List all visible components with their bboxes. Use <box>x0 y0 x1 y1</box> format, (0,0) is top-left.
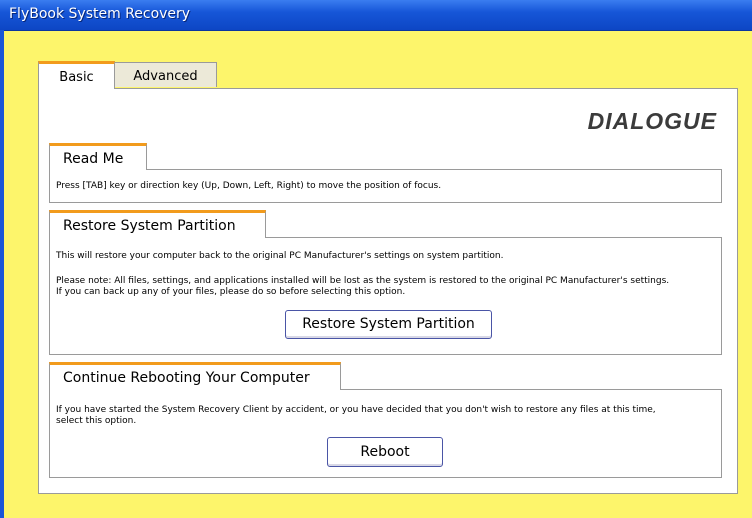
reboot-section-title: Continue Rebooting Your Computer <box>49 362 341 390</box>
readme-section: Press [TAB] key or direction key (Up, Do… <box>49 169 722 203</box>
dialogue-logo: DIALOGUE <box>587 108 717 134</box>
restore-system-partition-button[interactable]: Restore System Partition <box>285 310 492 339</box>
basic-tab-panel: DIALOGUE Read Me Press [TAB] key or dire… <box>38 88 738 494</box>
reboot-text-2: select this option. <box>56 416 137 426</box>
restore-section-title: Restore System Partition <box>49 210 266 238</box>
restore-text-1: This will restore your computer back to … <box>56 251 504 261</box>
restore-section: This will restore your computer back to … <box>49 237 722 355</box>
window-titlebar: FlyBook System Recovery <box>0 0 752 31</box>
reboot-text-1: If you have started the System Recovery … <box>56 405 656 415</box>
window-border <box>0 30 4 518</box>
tab-advanced[interactable]: Advanced <box>114 62 217 87</box>
reboot-section: If you have started the System Recovery … <box>49 389 722 478</box>
readme-section-title: Read Me <box>49 143 147 170</box>
tab-basic[interactable]: Basic <box>38 61 115 89</box>
restore-text-3: If you can back up any of your files, pl… <box>56 287 406 297</box>
window-title: FlyBook System Recovery <box>9 6 191 22</box>
restore-text-2: Please note: All files, settings, and ap… <box>56 276 670 286</box>
readme-text: Press [TAB] key or direction key (Up, Do… <box>56 181 442 191</box>
reboot-button[interactable]: Reboot <box>327 437 443 467</box>
